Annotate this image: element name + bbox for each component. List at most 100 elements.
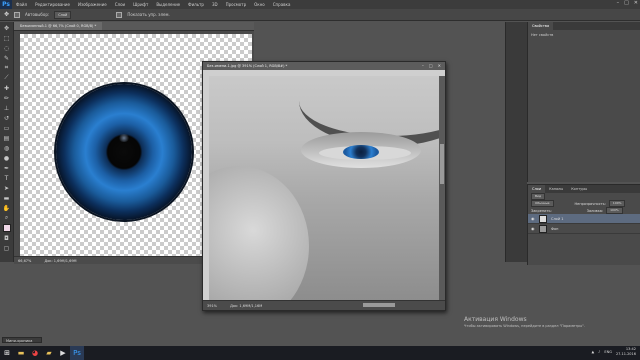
eye-iris-image bbox=[56, 84, 192, 220]
menu-image[interactable]: Изображение bbox=[74, 2, 111, 7]
quick-select-tool-icon[interactable]: ✎ bbox=[2, 54, 11, 62]
shape-tool-icon[interactable]: ▬ bbox=[2, 194, 11, 202]
quick-mask-icon[interactable]: ◘ bbox=[2, 234, 11, 242]
layers-tab-bar: Слои Каналы Контуры bbox=[528, 185, 640, 193]
mini-bridge-tab[interactable]: Мини-хроника bbox=[2, 337, 42, 343]
minimize-button[interactable]: – bbox=[617, 0, 620, 6]
menu-edit[interactable]: Редактирование bbox=[31, 2, 74, 7]
eyedropper-tool-icon[interactable]: ⟋ bbox=[2, 74, 11, 82]
fill-label: Заливка: bbox=[586, 208, 604, 213]
zoom-level[interactable]: 391% bbox=[207, 304, 217, 308]
opacity-label: Непрозрачность: bbox=[574, 201, 606, 206]
volume-icon[interactable]: ♪ bbox=[598, 350, 600, 354]
tab-layers[interactable]: Слои bbox=[528, 185, 546, 193]
blend-mode-dropdown[interactable]: Обычные bbox=[531, 200, 554, 207]
hand-tool-icon[interactable]: ✋ bbox=[2, 204, 11, 212]
close-button[interactable]: ✕ bbox=[438, 63, 441, 68]
blur-tool-icon[interactable]: ◍ bbox=[2, 144, 11, 152]
tab-channels[interactable]: Каналы bbox=[545, 185, 567, 193]
show-transform-label: Показать упр. элем. bbox=[127, 12, 170, 17]
pupil-highlight bbox=[118, 134, 130, 142]
chrome-icon[interactable]: ◕ bbox=[28, 346, 42, 360]
auto-select-checkbox[interactable] bbox=[14, 11, 21, 18]
minimize-button[interactable]: – bbox=[422, 63, 424, 68]
screen-mode-icon[interactable]: ▢ bbox=[2, 244, 11, 252]
menu-filter[interactable]: Фильтр bbox=[184, 2, 208, 7]
zoom-level[interactable]: 66,67% bbox=[18, 259, 31, 263]
visibility-eye-icon[interactable]: ◉ bbox=[531, 216, 535, 221]
menu-type[interactable]: Шрифт bbox=[129, 2, 152, 7]
crop-tool-icon[interactable]: ⌗ bbox=[2, 64, 11, 72]
move-tool-icon[interactable]: ✥ bbox=[4, 11, 9, 18]
move-tool-icon[interactable]: ✥ bbox=[2, 24, 11, 32]
horizontal-scroll-thumb[interactable] bbox=[363, 303, 395, 307]
tab-paths[interactable]: Контуры bbox=[567, 185, 591, 193]
vertical-scroll-thumb[interactable] bbox=[440, 144, 444, 184]
tab-properties[interactable]: Свойства bbox=[528, 22, 554, 30]
photoshop-logo: Ps bbox=[0, 0, 12, 9]
vertical-scrollbar[interactable] bbox=[439, 76, 445, 300]
menu-window[interactable]: Окно bbox=[250, 2, 269, 7]
network-icon[interactable]: ▲ bbox=[591, 350, 594, 354]
layer-row[interactable]: ◉ Фон bbox=[528, 224, 640, 234]
zoom-tool-icon[interactable]: ⌕ bbox=[2, 214, 11, 222]
healing-tool-icon[interactable]: ✚ bbox=[2, 84, 11, 92]
gradient-tool-icon[interactable]: ▤ bbox=[2, 134, 11, 142]
menu-view[interactable]: Просмотр bbox=[222, 2, 251, 7]
activation-title: Активация Windows bbox=[464, 316, 527, 323]
photoshop-taskbar-icon[interactable]: Ps bbox=[70, 346, 84, 360]
menu-select[interactable]: Выделение bbox=[152, 2, 184, 7]
folder-icon[interactable]: ▰ bbox=[42, 346, 56, 360]
layer-kind-filter[interactable]: Вид bbox=[531, 193, 546, 200]
marquee-tool-icon[interactable]: ⬚ bbox=[2, 34, 11, 42]
layer-row[interactable]: ◉ Слой 1 bbox=[528, 214, 640, 224]
menu-file[interactable]: Файл bbox=[12, 2, 31, 7]
stamp-tool-icon[interactable]: ⊥ bbox=[2, 104, 11, 112]
close-button[interactable]: ✕ bbox=[634, 0, 638, 6]
color-swatch-icon[interactable] bbox=[2, 224, 11, 232]
lasso-tool-icon[interactable]: ◌ bbox=[2, 44, 11, 52]
document-size-info: Док: 1,69М/1,16М bbox=[230, 304, 263, 308]
clock[interactable]: 13:42 27.11.2016 bbox=[616, 347, 636, 357]
file-explorer-icon[interactable]: ▬ bbox=[14, 346, 28, 360]
dodge-tool-icon[interactable]: ● bbox=[2, 154, 11, 162]
fill-field[interactable]: 100% bbox=[606, 207, 623, 214]
brush-tool-icon[interactable]: ✏ bbox=[2, 94, 11, 102]
language-indicator[interactable]: ENG bbox=[604, 350, 612, 354]
layer-thumbnail bbox=[539, 214, 547, 223]
maximize-button[interactable]: □ bbox=[624, 0, 629, 6]
tools-panel: ✥ ⬚ ◌ ✎ ⌗ ⟋ ✚ ✏ ⊥ ↺ ▭ ▤ ◍ ● ✒ T ➤ ▬ ✋ ⌕ … bbox=[0, 22, 14, 262]
type-tool-icon[interactable]: T bbox=[2, 174, 11, 182]
layer-thumbnail bbox=[539, 224, 547, 233]
opacity-field[interactable]: 100% bbox=[608, 200, 626, 207]
lock-label: Закрепить: bbox=[531, 208, 552, 213]
activation-subtitle: Чтобы активировать Windows, перейдите в … bbox=[464, 324, 585, 328]
lock-row: Закрепить: Заливка: 100% bbox=[528, 207, 640, 214]
path-select-tool-icon[interactable]: ➤ bbox=[2, 184, 11, 192]
layer-name: Слой 1 bbox=[551, 216, 564, 221]
document-tab[interactable]: Безымянный-1 @ 66,7% (Слой 0, RGB/8) * bbox=[14, 22, 103, 30]
visibility-eye-icon[interactable]: ◉ bbox=[531, 226, 535, 231]
menu-bar: Ps Файл Редактирование Изображение Слои … bbox=[0, 0, 640, 9]
layer-filter-row: Вид bbox=[528, 193, 640, 200]
menu-help[interactable]: Справка bbox=[269, 2, 295, 7]
window-controls: – □ ✕ bbox=[617, 0, 638, 6]
start-button-icon[interactable]: ⊞ bbox=[0, 346, 14, 360]
menu-layers[interactable]: Слои bbox=[111, 2, 129, 7]
options-bar: ✥ Автовыбор: Слой Показать упр. элем. bbox=[0, 9, 640, 21]
windows-taskbar: ⊞ ▬ ◕ ▰ ▶ Ps ▲ ♪ ENG 13:42 27.11.2016 bbox=[0, 346, 640, 360]
media-player-icon[interactable]: ▶ bbox=[56, 346, 70, 360]
face-photo-canvas[interactable] bbox=[209, 76, 439, 300]
history-brush-tool-icon[interactable]: ↺ bbox=[2, 114, 11, 122]
maximize-button[interactable]: □ bbox=[429, 63, 433, 68]
menu-3d[interactable]: 3D bbox=[208, 2, 222, 7]
eraser-tool-icon[interactable]: ▭ bbox=[2, 124, 11, 132]
system-tray: ▲ ♪ ENG 13:42 27.11.2016 bbox=[591, 347, 636, 357]
auto-select-dropdown[interactable]: Слой bbox=[54, 10, 72, 19]
properties-tab-bar: Свойства bbox=[528, 22, 640, 30]
pen-tool-icon[interactable]: ✒ bbox=[2, 164, 11, 172]
blend-row: Обычные Непрозрачность: 100% bbox=[528, 200, 640, 207]
show-transform-checkbox[interactable] bbox=[116, 11, 123, 18]
floating-window-title[interactable]: Без-имени-1.jpg @ 391% (Слой 1, RGB/8#) … bbox=[203, 62, 445, 70]
clock-date: 27.11.2016 bbox=[615, 352, 636, 356]
